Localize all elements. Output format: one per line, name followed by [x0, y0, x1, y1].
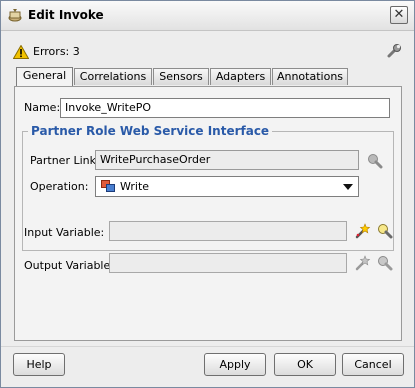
operation-label: Operation:: [30, 180, 89, 193]
tab-label: General: [22, 69, 67, 82]
warning-icon: [13, 45, 29, 59]
general-tab-panel: Name: Invoke_WritePO Partner Role Web Se…: [14, 86, 402, 341]
output-variable-label: Output Variable:: [24, 259, 114, 272]
tab-annotations[interactable]: Annotations: [272, 68, 348, 85]
create-output-variable-icon: [355, 255, 371, 271]
operation-select[interactable]: Write: [95, 176, 359, 197]
cancel-button[interactable]: Cancel: [342, 353, 404, 376]
tab-correlations[interactable]: Correlations: [74, 68, 152, 85]
close-icon: ✕: [393, 7, 405, 22]
wrench-icon[interactable]: [386, 43, 402, 59]
tab-adapters[interactable]: Adapters: [210, 68, 271, 85]
apply-button[interactable]: Apply: [204, 353, 266, 376]
chevron-down-icon: [343, 184, 353, 190]
help-button[interactable]: Help: [13, 353, 65, 376]
name-field[interactable]: Invoke_WritePO: [60, 98, 390, 118]
help-button-label: Help: [26, 358, 52, 371]
edit-invoke-dialog: Edit Invoke ✕ Errors: 3 General Correlat…: [0, 0, 415, 388]
tab-general[interactable]: General: [16, 67, 73, 86]
input-variable-field[interactable]: [109, 221, 347, 241]
dialog-title: Edit Invoke: [28, 8, 104, 22]
tab-label: Annotations: [276, 70, 344, 83]
operation-icon: [101, 180, 115, 192]
ok-button[interactable]: OK: [274, 353, 336, 376]
tab-label: Correlations: [79, 70, 147, 83]
tab-label: Adapters: [215, 70, 266, 83]
partner-link-field: WritePurchaseOrder: [95, 150, 359, 170]
apply-button-label: Apply: [219, 358, 251, 371]
partner-role-group-title: Partner Role Web Service Interface: [28, 124, 273, 138]
create-variable-icon[interactable]: [354, 222, 372, 240]
browse-partner-link-icon[interactable]: [366, 152, 384, 170]
cancel-button-label: Cancel: [354, 358, 392, 371]
input-variable-label: Input Variable:: [24, 226, 105, 239]
invoke-icon: [8, 9, 22, 22]
tab-label: Sensors: [159, 70, 203, 83]
ok-button-label: OK: [297, 358, 313, 371]
browse-output-variable-icon: [378, 256, 393, 271]
output-variable-field: [109, 253, 347, 273]
errors-text: Errors: 3: [33, 45, 80, 58]
close-button[interactable]: ✕: [390, 6, 408, 24]
operation-selected: Write: [120, 180, 150, 193]
tab-sensors[interactable]: Sensors: [153, 68, 209, 85]
name-label: Name:: [24, 101, 61, 114]
title-bar: Edit Invoke ✕: [1, 1, 414, 31]
button-bar-separator: [1, 346, 414, 347]
browse-variable-icon[interactable]: [376, 222, 394, 240]
partner-link-label: Partner Link:: [30, 154, 100, 167]
